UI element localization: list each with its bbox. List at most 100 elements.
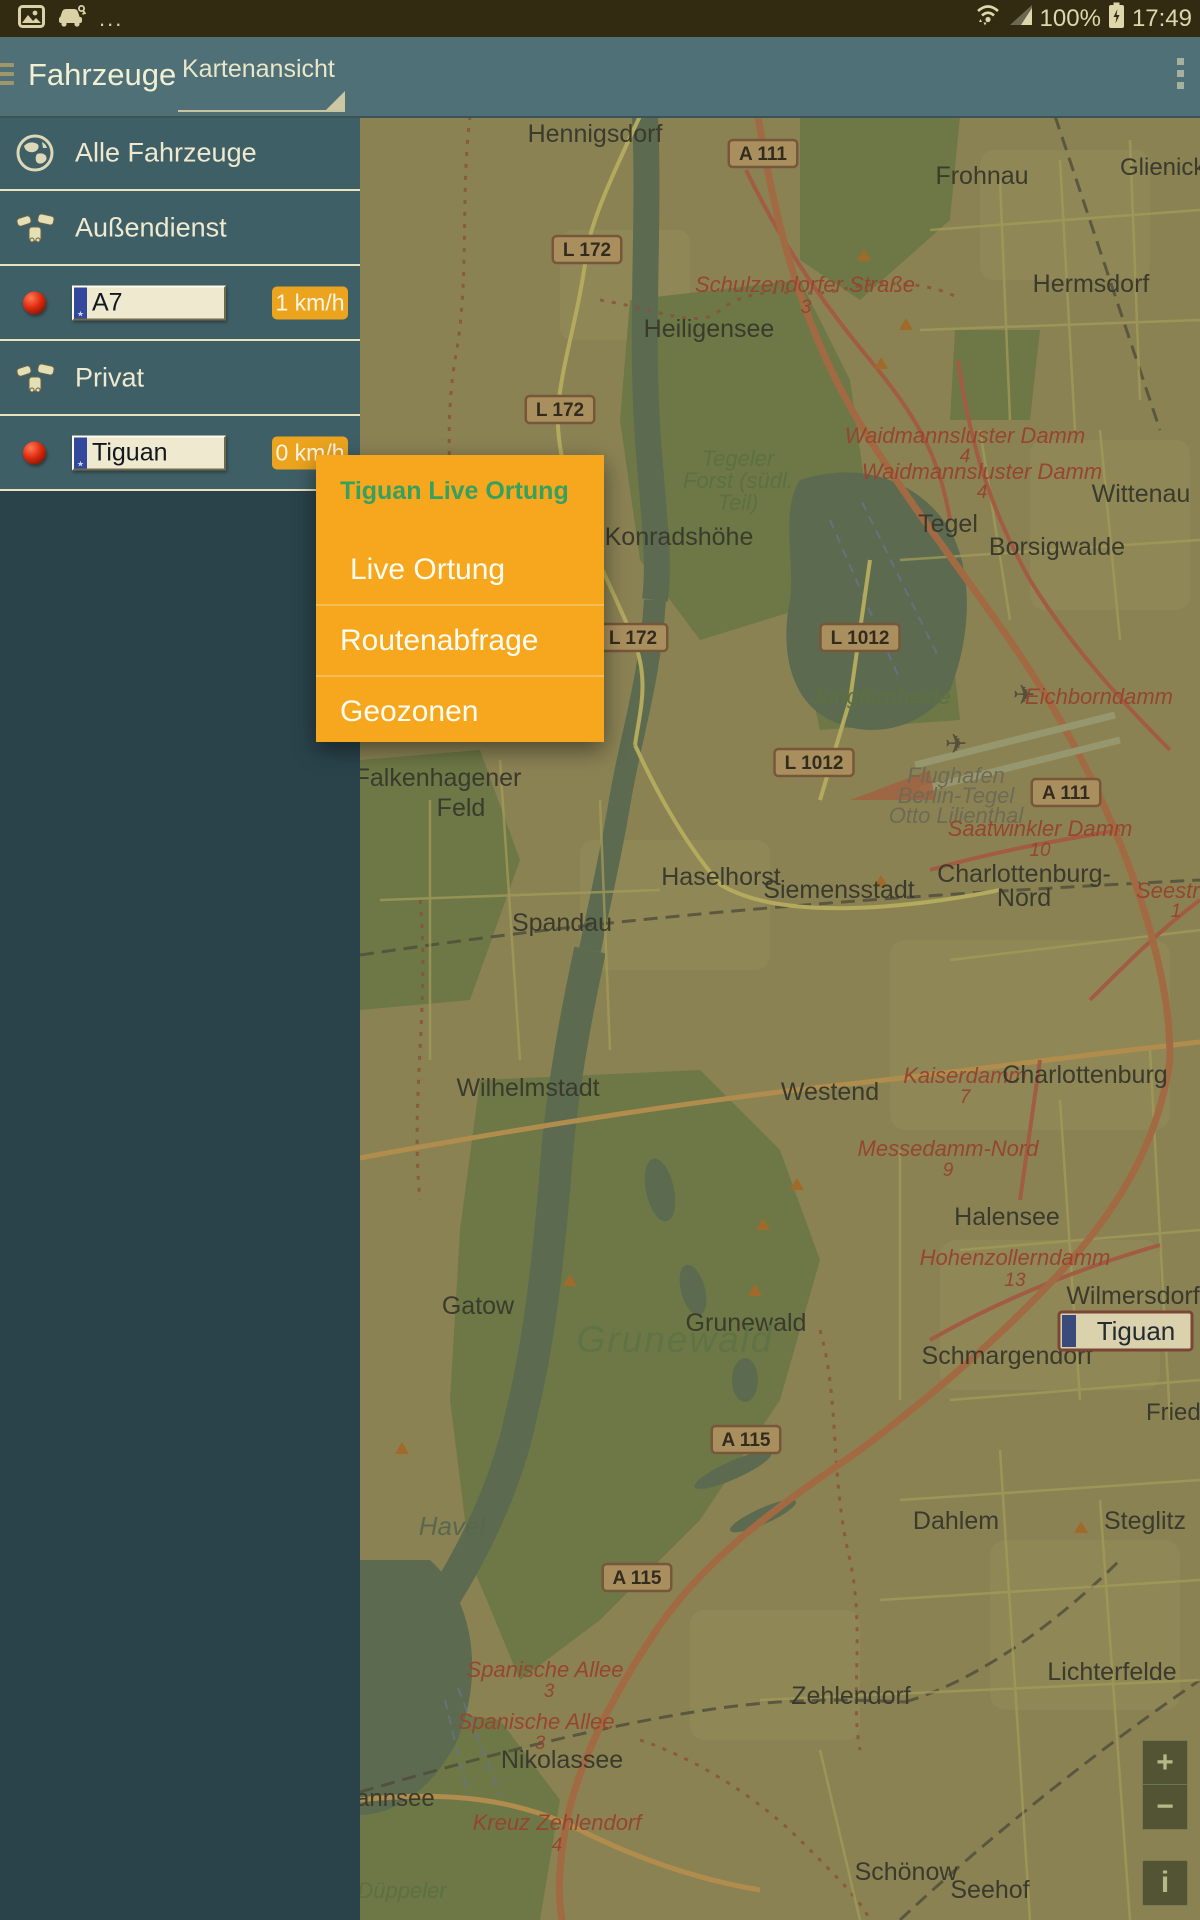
license-plate-a7[interactable]: ★ A7 [72, 285, 226, 320]
car-notification-icon [57, 4, 87, 33]
red-sphere-icon [23, 291, 46, 314]
eu-plate-band: ★ [74, 437, 87, 468]
map-viewport[interactable]: ✈✈ HennigsdorfFrohnauGlienicke/NSchulzen… [360, 116, 1200, 1920]
svg-text:A 115: A 115 [613, 1568, 662, 1589]
map-label: Schönow [855, 1858, 959, 1886]
menu-item-live-ortung[interactable]: Live Ortung [316, 535, 604, 604]
map-label: Waidmannsluster Damm [862, 459, 1102, 484]
menu-item-routenabfrage[interactable]: Routenabfrage [316, 604, 604, 675]
road-shield: L 1012 [821, 624, 900, 651]
red-sphere-icon [23, 441, 46, 464]
hamburger-menu-icon[interactable] [0, 63, 14, 90]
map-label: 7 [960, 1087, 972, 1108]
page-title: Fahrzeuge [28, 57, 176, 93]
car-group-icon [14, 207, 56, 249]
sidebar-item-label: Privat [75, 362, 144, 393]
map-label: Glienicke/N [1120, 154, 1200, 181]
svg-text:A 111: A 111 [739, 144, 787, 165]
battery-percent: 100% [1040, 5, 1101, 33]
map-vehicle-marker[interactable]: Tiguan [1059, 1312, 1192, 1350]
map-view-spinner[interactable]: Kartenansicht [178, 37, 345, 116]
map-label: Spanische Allee [458, 1709, 615, 1734]
vehicle-sidebar: Alle Fahrzeuge Außendienst ★ A7 1 km/h P… [0, 116, 360, 1920]
map-label: Messedamm-Nord [858, 1136, 1040, 1161]
map-label: Schulzendorfer Straße [695, 272, 915, 297]
battery-charging-icon [1108, 2, 1125, 36]
map-label: Tegel [918, 510, 978, 538]
map-label: Heiligensee [644, 315, 775, 343]
road-shield: A 115 [712, 1426, 781, 1453]
sidebar-item-vehicle-a7[interactable]: ★ A7 1 km/h [0, 266, 360, 341]
map-canvas: ✈✈ HennigsdorfFrohnauGlienicke/NSchulzen… [360, 116, 1200, 1920]
map-label: 3 [544, 1681, 555, 1702]
sidebar-item-label: Alle Fahrzeuge [75, 137, 257, 168]
svg-text:A 115: A 115 [722, 1430, 771, 1451]
map-label: 10 [1029, 840, 1051, 861]
map-label: Konradshöhe [605, 523, 754, 551]
speed-badge: 1 km/h [272, 286, 348, 319]
map-label: Hennigsdorf [528, 120, 663, 148]
sidebar-item-vehicle-tiguan[interactable]: ★ Tiguan 0 km/h [0, 416, 360, 491]
globe-icon [14, 132, 56, 174]
sidebar-item-alle-fahrzeuge[interactable]: Alle Fahrzeuge [0, 116, 360, 191]
map-label: 13 [1004, 1270, 1026, 1291]
map-label: Friedenau [1146, 1399, 1200, 1426]
svg-text:A 111: A 111 [1042, 783, 1090, 804]
map-label: Frohnau [935, 162, 1028, 190]
wifi-icon [974, 2, 1002, 35]
map-label: Nikolassee [501, 1746, 623, 1774]
map-label: Charlottenburg [1002, 1061, 1167, 1089]
map-label: Hohenzollerndamm [920, 1245, 1111, 1270]
zoom-in-button[interactable]: + [1142, 1740, 1188, 1786]
sidebar-item-aussendienst[interactable]: Außendienst [0, 191, 360, 266]
map-label: Düppeler [360, 1878, 448, 1903]
sidebar-item-label: Außendienst [75, 212, 227, 243]
spinner-dropdown-icon [326, 91, 345, 110]
screen: ... 100% 17:49 Fahrzeuge Kartenansicht [0, 0, 1200, 1920]
map-label: Spandau [512, 909, 612, 937]
context-menu-title: Tiguan Live Ortung [316, 455, 604, 535]
license-plate-tiguan[interactable]: ★ Tiguan [72, 435, 226, 470]
map-label: 4 [552, 1835, 563, 1856]
road-shield: L 172 [553, 236, 622, 263]
map-label: Westend [781, 1078, 879, 1106]
map-label: Eichborndamm [1025, 684, 1173, 709]
map-label: Halensee [954, 1203, 1060, 1231]
plate-text: Tiguan [87, 438, 168, 467]
map-label: Gatow [442, 1292, 515, 1320]
menu-item-geozonen[interactable]: Geozonen [316, 675, 604, 746]
map-label: 1 [1171, 901, 1182, 922]
map-label: 4 [977, 482, 988, 503]
road-shield: A 111 [729, 140, 798, 167]
road-shield: L 1012 [775, 749, 854, 776]
airport-icon: ✈ [945, 729, 968, 759]
map-label: Teil) [718, 490, 759, 515]
map-label: Nord [997, 884, 1051, 912]
map-label: Havel [419, 1511, 487, 1541]
map-label: Borsigwalde [989, 533, 1125, 561]
road-shield: L 172 [526, 396, 595, 423]
clock: 17:49 [1132, 5, 1192, 33]
road-shield: A 115 [603, 1564, 672, 1591]
map-label: Siemensstadt [763, 876, 915, 904]
map-info-button[interactable]: i [1142, 1860, 1188, 1906]
map-label: Seestraße [1136, 878, 1200, 903]
overflow-menu-icon[interactable] [1177, 58, 1184, 89]
vehicle-context-menu: Tiguan Live Ortung Live Ortung Routenabf… [316, 455, 604, 742]
plate-text: A7 [87, 288, 123, 317]
map-label: Kreuz Zehlendorf [473, 1810, 645, 1835]
road-shield: A 111 [1032, 779, 1101, 806]
road-shield: L 172 [599, 624, 668, 651]
map-label: Falkenhagener [360, 764, 521, 792]
image-notification-icon [18, 5, 45, 33]
map-label: Grunewald [577, 1319, 774, 1360]
map-label: Lichterfelde [1047, 1658, 1176, 1686]
svg-text:L 1012: L 1012 [785, 753, 844, 774]
map-label: Hermsdorf [1033, 270, 1150, 298]
map-label: annsee [360, 1785, 435, 1812]
sidebar-item-privat[interactable]: Privat [0, 341, 360, 416]
spinner-underline [178, 110, 345, 112]
map-label: Wilhelmstadt [456, 1074, 599, 1102]
zoom-out-button[interactable]: − [1142, 1784, 1188, 1830]
svg-text:L 172: L 172 [536, 400, 584, 421]
